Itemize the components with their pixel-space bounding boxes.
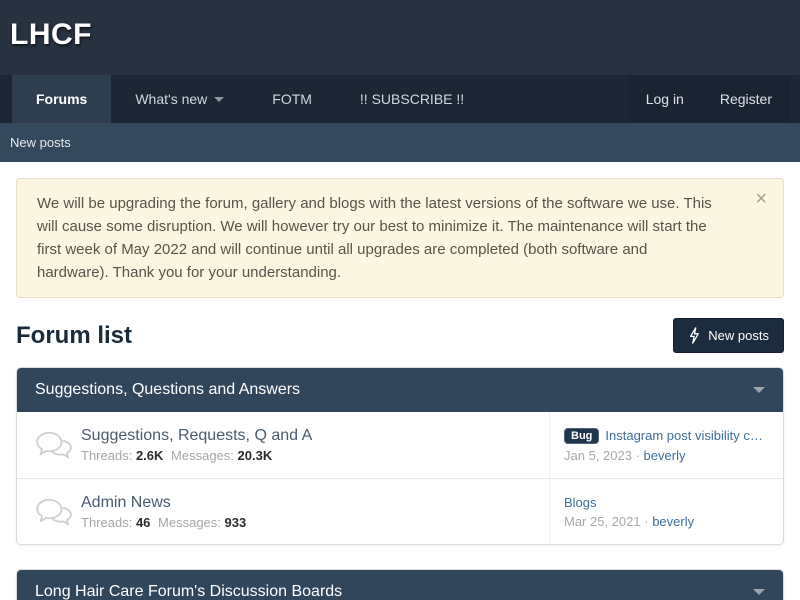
latest-thread-link[interactable]: Blogs bbox=[564, 495, 597, 510]
latest-date: Jan 5, 2023 bbox=[564, 448, 632, 463]
category-title: Long Hair Care Forum's Discussion Boards bbox=[35, 583, 342, 600]
latest-post: Blogs Mar 25, 2021 · beverly bbox=[549, 479, 783, 544]
lightning-icon bbox=[688, 327, 700, 344]
bug-badge: Bug bbox=[564, 428, 599, 444]
notice-text: We will be upgrading the forum, gallery … bbox=[37, 195, 712, 281]
maintenance-notice: We will be upgrading the forum, gallery … bbox=[16, 178, 784, 298]
messages-label: Messages: bbox=[171, 448, 234, 463]
dot-separator: · bbox=[644, 514, 648, 529]
tab-fotm[interactable]: FOTM bbox=[248, 75, 336, 123]
category-header[interactable]: Suggestions, Questions and Answers bbox=[17, 368, 783, 412]
tab-whats-new-label: What's new bbox=[135, 91, 207, 107]
close-icon[interactable]: × bbox=[755, 189, 767, 209]
main-nav: Forums What's new FOTM !! SUBSCRIBE !! L… bbox=[0, 75, 800, 123]
tab-subscribe[interactable]: !! SUBSCRIBE !! bbox=[336, 75, 488, 123]
tab-forums-label: Forums bbox=[36, 91, 87, 107]
threads-count: 46 bbox=[136, 515, 150, 530]
tab-subscribe-label: !! SUBSCRIBE !! bbox=[360, 91, 464, 107]
new-posts-button[interactable]: New posts bbox=[673, 318, 784, 353]
sub-nav: New posts bbox=[0, 123, 800, 162]
site-logo[interactable]: LHCF bbox=[10, 18, 92, 52]
chat-bubbles-icon bbox=[31, 430, 77, 460]
category-suggestions: Suggestions, Questions and Answers Sugge… bbox=[16, 367, 784, 545]
messages-count: 933 bbox=[225, 515, 247, 530]
tab-forums[interactable]: Forums bbox=[12, 75, 111, 123]
forum-main: Suggestions, Requests, Q and A Threads: … bbox=[77, 427, 549, 463]
subnav-new-posts-link[interactable]: New posts bbox=[10, 135, 71, 150]
latest-date: Mar 25, 2021 bbox=[564, 514, 641, 529]
threads-label: Threads: bbox=[81, 515, 132, 530]
tab-whats-new[interactable]: What's new bbox=[111, 75, 248, 123]
dot-separator: · bbox=[636, 448, 640, 463]
site-header: LHCF bbox=[0, 0, 800, 75]
threads-count: 2.6K bbox=[136, 448, 163, 463]
chat-bubbles-icon bbox=[31, 497, 77, 527]
forum-main: Admin News Threads: 46 Messages: 933 bbox=[77, 494, 549, 530]
messages-label: Messages: bbox=[158, 515, 221, 530]
latest-author-link[interactable]: beverly bbox=[652, 514, 694, 529]
nav-tabs: Forums What's new FOTM !! SUBSCRIBE !! bbox=[0, 75, 628, 123]
collapse-chevron-icon[interactable] bbox=[753, 589, 765, 595]
forum-stats: Threads: 46 Messages: 933 bbox=[81, 515, 549, 530]
forum-link[interactable]: Suggestions, Requests, Q and A bbox=[81, 427, 549, 445]
register-link[interactable]: Register bbox=[702, 75, 790, 123]
category-title: Suggestions, Questions and Answers bbox=[35, 381, 300, 399]
page-head: Forum list New posts bbox=[16, 318, 784, 353]
messages-count: 20.3K bbox=[238, 448, 273, 463]
forum-link[interactable]: Admin News bbox=[81, 494, 549, 512]
auth-nav: Log in Register bbox=[628, 75, 790, 123]
tab-fotm-label: FOTM bbox=[272, 91, 312, 107]
forum-stats: Threads: 2.6K Messages: 20.3K bbox=[81, 448, 549, 463]
chevron-down-icon bbox=[214, 97, 224, 102]
login-link[interactable]: Log in bbox=[628, 75, 702, 123]
page-title: Forum list bbox=[16, 322, 132, 350]
collapse-chevron-icon[interactable] bbox=[753, 387, 765, 393]
latest-post: Bug Instagram post visibility come… Jan … bbox=[549, 412, 783, 478]
latest-thread-link[interactable]: Instagram post visibility come… bbox=[605, 428, 769, 443]
forum-row: Admin News Threads: 46 Messages: 933 Blo… bbox=[17, 478, 783, 544]
category-discussion-boards: Long Hair Care Forum's Discussion Boards bbox=[16, 569, 784, 600]
forum-row: Suggestions, Requests, Q and A Threads: … bbox=[17, 412, 783, 478]
category-header[interactable]: Long Hair Care Forum's Discussion Boards bbox=[17, 570, 783, 600]
page-content: We will be upgrading the forum, gallery … bbox=[0, 178, 800, 600]
latest-author-link[interactable]: beverly bbox=[644, 448, 686, 463]
threads-label: Threads: bbox=[81, 448, 132, 463]
new-posts-button-label: New posts bbox=[708, 328, 769, 343]
